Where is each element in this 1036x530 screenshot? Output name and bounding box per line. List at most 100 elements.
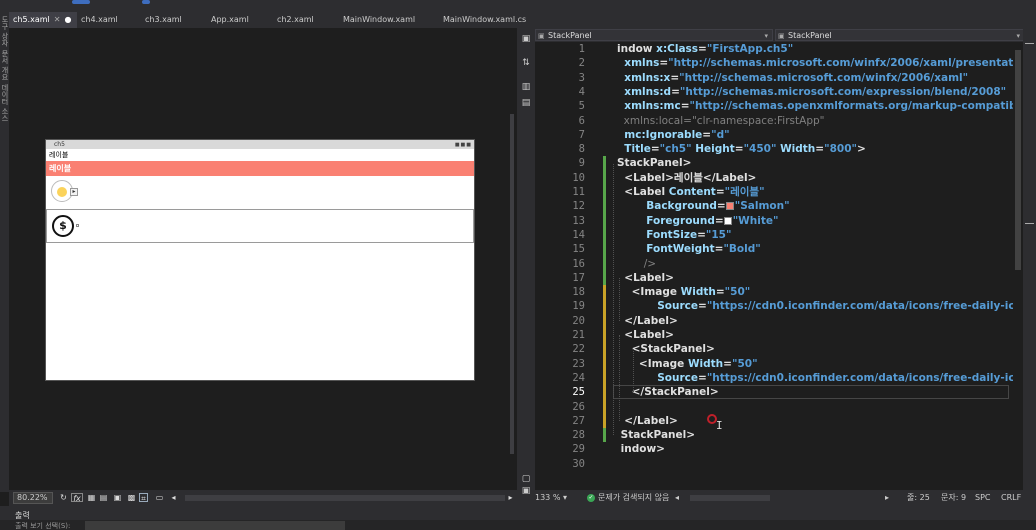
tab-ch4-xaml[interactable]: ch4.xaml	[77, 12, 141, 28]
code-line[interactable]: xmlns:local="clr-namespace:FirstApp"	[617, 114, 825, 128]
code-line[interactable]: <Label Content="레이블"	[617, 185, 764, 199]
code-line[interactable]: Foreground= "White"	[617, 214, 778, 228]
editor-vertical-scrollbar[interactable]	[1013, 42, 1023, 490]
editor-horizontal-scrollbar[interactable]	[690, 495, 770, 501]
output-source-select[interactable]	[85, 521, 345, 530]
code-line[interactable]: StackPanel>	[617, 156, 691, 170]
code-line[interactable]: </Label>	[617, 414, 677, 428]
left-tool-strip: 도구 상자 문서 개요 데이터 소스	[0, 12, 9, 492]
code-line[interactable]: xmlns:d="http://schemas.microsoft.com/ex…	[617, 85, 1006, 99]
collapse-pane-icon[interactable]: ▣	[521, 486, 531, 496]
effects-toggle[interactable]: fx	[71, 493, 83, 503]
selection-handle[interactable]	[76, 224, 79, 227]
design-view-icon[interactable]: ▣	[521, 34, 531, 44]
scroll-right-icon[interactable]: ▸	[506, 493, 515, 502]
code-line[interactable]: <Label>레이블</Label>	[617, 171, 756, 185]
line-number: 4	[578, 85, 585, 98]
code-line[interactable]: />	[617, 257, 656, 271]
tab-mainwindow-xaml-cs[interactable]: MainWindow.xaml.cs	[439, 12, 549, 28]
code-line[interactable]: <Image Width="50"	[617, 357, 758, 371]
preview-stackpanel-label[interactable]: $	[46, 209, 474, 243]
code-token: =	[698, 300, 707, 313]
tab-mainwindow-xaml[interactable]: MainWindow.xaml	[339, 12, 439, 28]
element-left-combo[interactable]: ▣ StackPanel ▾	[535, 29, 773, 41]
vertical-split-icon[interactable]: ▥	[521, 82, 531, 92]
top-strip	[0, 0, 1036, 12]
code-token: <Label>레이블</Label>	[617, 171, 757, 184]
char-indicator: 문자: 9	[941, 493, 967, 502]
chevron-down-icon[interactable]: ▾	[1016, 30, 1020, 42]
code-line[interactable]: mc:Ignorable="d"	[617, 128, 729, 142]
line-number: 19	[572, 300, 585, 313]
line-indicator: 줄: 25	[907, 493, 930, 502]
code-line[interactable]: xmlns:x="http://schemas.microsoft.com/wi…	[617, 71, 968, 85]
close-icon[interactable]: ✕	[54, 15, 61, 24]
code-token: "50"	[724, 286, 751, 299]
tab-app-xaml[interactable]: App.xaml	[207, 12, 273, 28]
code-line[interactable]: indow>	[617, 442, 665, 456]
code-line[interactable]: FontWeight="Bold"	[617, 242, 761, 256]
check-icon: ✓	[587, 493, 595, 502]
device-icon[interactable]: ⌗	[139, 493, 148, 503]
expand-pane-icon[interactable]: ▢	[521, 474, 531, 484]
horizontal-split-icon[interactable]: ▤	[521, 98, 531, 108]
code-line[interactable]: StackPanel>	[617, 428, 695, 442]
artboard-icon[interactable]: ▣	[113, 493, 122, 502]
scroll-left-icon[interactable]: ◂	[675, 492, 679, 504]
tab-ch2-xaml[interactable]: ch2.xaml	[273, 12, 339, 28]
refresh-icon[interactable]: ↻	[59, 493, 68, 502]
line-number: 30	[572, 457, 585, 470]
scroll-overview-strip[interactable]	[1023, 28, 1036, 506]
color-swatch[interactable]	[723, 216, 732, 225]
code-line[interactable]: xmlns="http://schemas.microsoft.com/winf…	[617, 56, 1013, 70]
color-swatch[interactable]	[725, 202, 734, 211]
preview-image-label[interactable]: ▸	[46, 176, 474, 204]
code-line[interactable]: Title="ch5" Height="450" Width="800">	[617, 142, 865, 156]
code-token: "http://schemas.microsoft.com/winfx/2006…	[679, 71, 969, 84]
designer-horizontal-scrollbar[interactable]	[185, 495, 505, 501]
code-line[interactable]: Source="https://cdn0.iconfinder.com/data…	[617, 299, 1013, 313]
chevron-down-icon[interactable]: ▾	[764, 30, 768, 42]
issues-indicator[interactable]: ✓ 문제가 검색되지 않음	[587, 492, 669, 504]
scrollbar-thumb[interactable]	[1015, 50, 1021, 270]
grid-icon[interactable]: ▦	[87, 493, 96, 502]
code-navigation-bar: ▣ StackPanel ▾ ▣ StackPanel ▾	[535, 28, 1025, 42]
xaml-code-editor[interactable]: 1 2 3 4 5 6 7 8 9 10 11 12 13 14 15 16 17 18 19 20 21 22 23 24 2…	[535, 42, 1013, 490]
lightbulb-icon[interactable]: ▸	[51, 180, 78, 202]
adorner-arrow-icon[interactable]: ▸	[70, 188, 78, 196]
designer-vertical-scrollbar[interactable]	[507, 28, 517, 490]
snap-grid-icon[interactable]: ▤	[99, 493, 108, 502]
line-ending-indicator[interactable]: CRLF	[1001, 492, 1021, 504]
dollar-coin-icon[interactable]: $	[52, 215, 74, 237]
preview-label-plain[interactable]: 레이블	[46, 149, 474, 161]
code-line[interactable]: <Label>	[617, 271, 674, 285]
code-token: StackPanel>	[617, 429, 696, 442]
code-token: xmlns:local="clr-namespace:FirstApp"	[617, 114, 825, 127]
layout-icon[interactable]: ▭	[155, 493, 164, 502]
swap-panes-icon[interactable]: ⇅	[521, 58, 531, 68]
designer-toolbar: 80.22% ↻ fx ▦ ▤ ▣ ▩ ⌗ ▭ ◂ ▸	[9, 490, 517, 506]
scrollbar-thumb[interactable]	[510, 114, 514, 454]
code-line[interactable]: FontSize="15"	[617, 228, 731, 242]
spacing-indicator[interactable]: SPC	[975, 492, 991, 504]
designer-zoom-select[interactable]: 80.22%	[13, 492, 53, 504]
code-line[interactable]: <Image Width="50"	[617, 285, 751, 299]
code-line[interactable]: Background= "Salmon"	[617, 199, 789, 213]
snap-lines-icon[interactable]: ▩	[127, 493, 136, 502]
scroll-right-icon[interactable]: ▸	[885, 492, 889, 504]
scroll-left-icon[interactable]: ◂	[169, 493, 178, 502]
code-line[interactable]: indow x:Class="FirstApp.ch5"	[617, 42, 793, 56]
preview-label-salmon[interactable]: 레이블	[46, 161, 474, 176]
code-line[interactable]: <StackPanel>	[617, 342, 715, 356]
element-right-combo[interactable]: ▣ StackPanel ▾	[775, 29, 1025, 41]
tab-ch3-xaml[interactable]: ch3.xaml	[141, 12, 207, 28]
line-number: 8	[578, 143, 585, 156]
window-preview[interactable]: ch5 ■■■ 레이블 레이블 ▸ $	[45, 139, 475, 381]
code-line[interactable]: </Label>	[617, 314, 677, 328]
editor-zoom-select[interactable]: 133 % ▾	[535, 492, 567, 504]
code-line[interactable]: <Label>	[617, 328, 674, 342]
code-line[interactable]: xmlns:mc="http://schemas.openxmlformats.…	[617, 99, 1013, 113]
code-line[interactable]: Source="https://cdn0.iconfinder.com/data…	[617, 371, 1013, 385]
tab-ch5-xaml[interactable]: ch5.xaml ✕ ●	[9, 12, 77, 28]
combo-label: StackPanel	[788, 31, 832, 40]
